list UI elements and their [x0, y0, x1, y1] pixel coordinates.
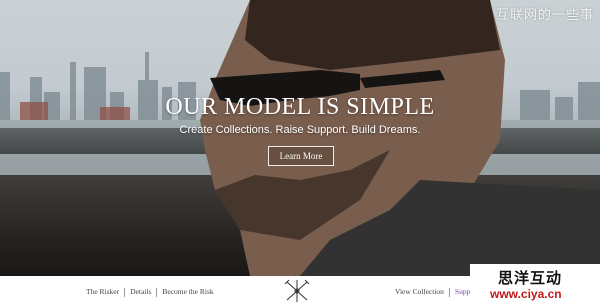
nav-link-details[interactable]: Details: [130, 287, 151, 296]
divider: [448, 287, 450, 297]
hero-overlay: [0, 0, 600, 276]
footer-left-links: The Risker Details Become the Risk: [86, 287, 214, 297]
site-watermark-badge: 思洋互动 www.ciya.cn: [470, 264, 600, 306]
divider: [124, 287, 126, 297]
nav-link-view-collection[interactable]: View Collection: [395, 287, 444, 296]
badge-title: 思洋互动: [498, 270, 563, 287]
learn-more-button[interactable]: Learn More: [268, 146, 334, 166]
badge-url: www.ciya.cn: [490, 287, 562, 301]
watermark-text: 互联网的一些事: [495, 7, 594, 22]
hero-subheadline: Create Collections. Raise Support. Build…: [179, 124, 421, 136]
hero-headline: OUR MODEL IS SIMPLE: [165, 94, 435, 120]
footer-right-links: View Collection Suppor: [395, 287, 477, 297]
nav-link-the-risker[interactable]: The Risker: [86, 287, 119, 296]
hero-banner: OUR MODEL IS SIMPLE Create Collections. …: [0, 0, 600, 276]
crossed-arrows-logo-icon[interactable]: [283, 278, 311, 304]
nav-link-become-the-risk[interactable]: Become the Risk: [162, 287, 213, 296]
divider: [156, 287, 158, 297]
